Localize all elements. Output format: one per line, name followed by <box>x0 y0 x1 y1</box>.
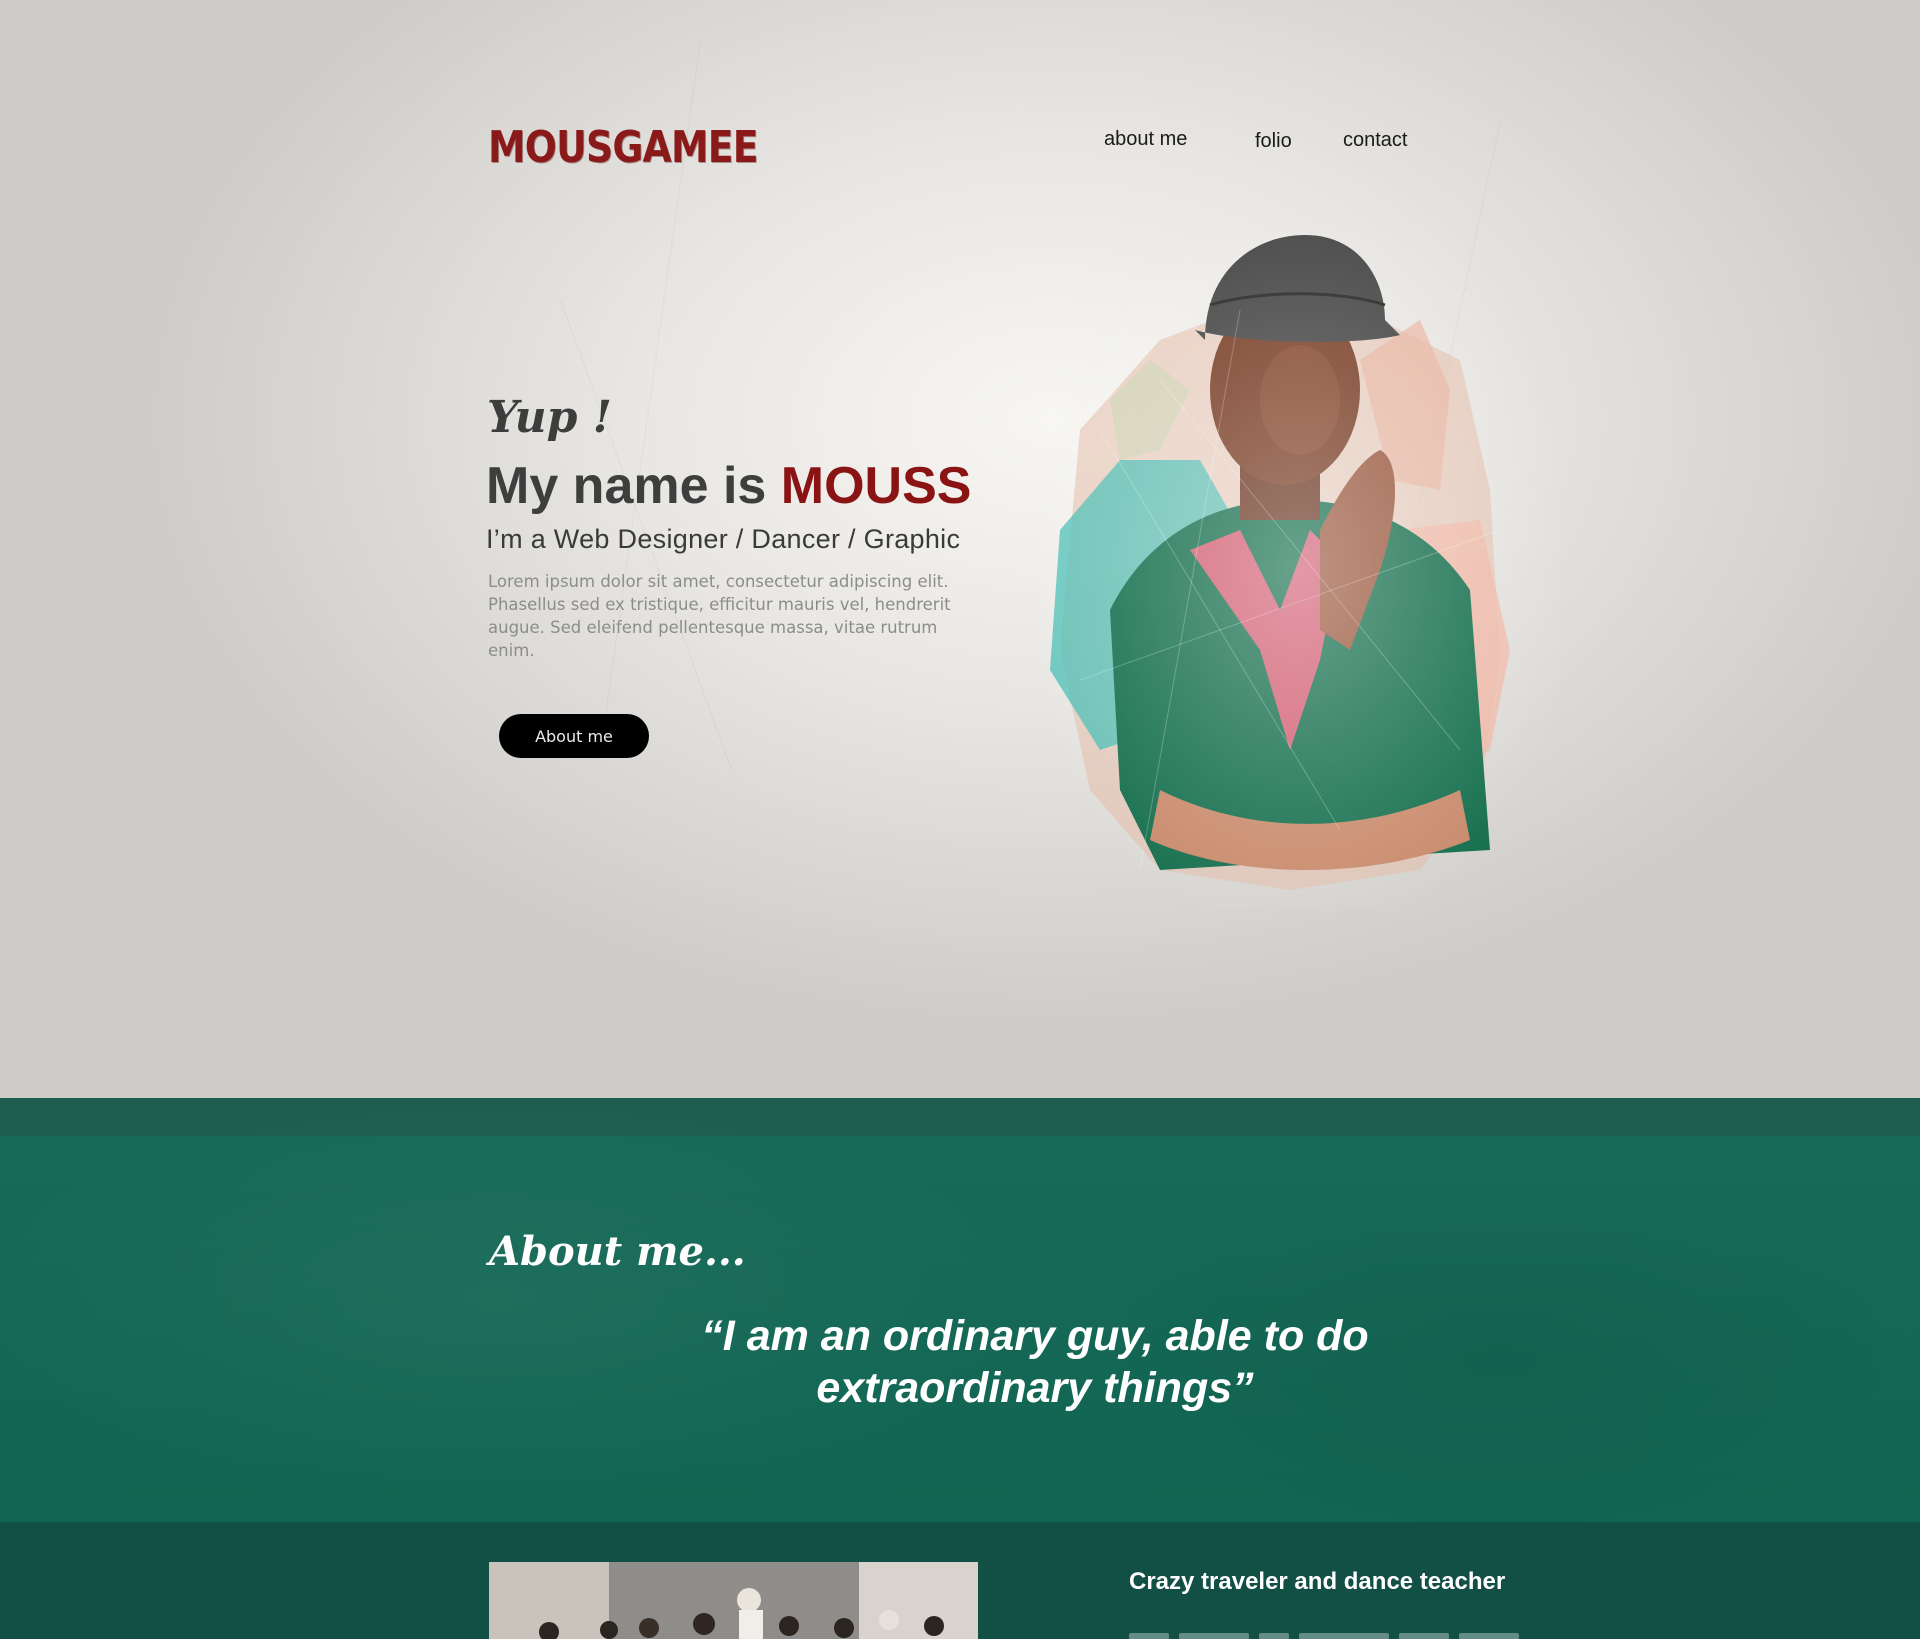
nav-about-me[interactable]: about me <box>1104 128 1187 151</box>
about-title: About me... <box>489 1228 746 1275</box>
nav-folio[interactable]: folio <box>1255 130 1292 153</box>
hero-subtitle: I’m a Web Designer / Dancer / Graphic <box>486 524 961 554</box>
site-logo[interactable]: MOUSGAMEE <box>488 126 759 170</box>
hero-greeting: Yup ! <box>487 392 612 443</box>
portrait-image <box>1040 230 1560 910</box>
nav-contact[interactable]: contact <box>1343 129 1407 152</box>
headline-prefix: My name is <box>486 457 781 515</box>
headline-name: MOUSS <box>780 457 972 515</box>
hero-body-text: Lorem ipsum dolor sit amet, consectetur … <box>488 572 951 660</box>
hero-headline: My name is MOUSS <box>486 460 971 512</box>
hero-section: MOUSGAMEE about me folio contact Yup ! M… <box>0 0 1920 1098</box>
about-quote: “I am an ordinary guy, able to do extrao… <box>701 1312 1369 1412</box>
group-photo-image <box>489 1562 978 1639</box>
bio-text-clipped <box>1129 1632 1549 1639</box>
dance-group-photo <box>489 1562 978 1639</box>
about-me-button[interactable]: About me <box>499 714 649 758</box>
bio-subheading: Crazy traveler and dance teacher <box>1129 1568 1506 1595</box>
